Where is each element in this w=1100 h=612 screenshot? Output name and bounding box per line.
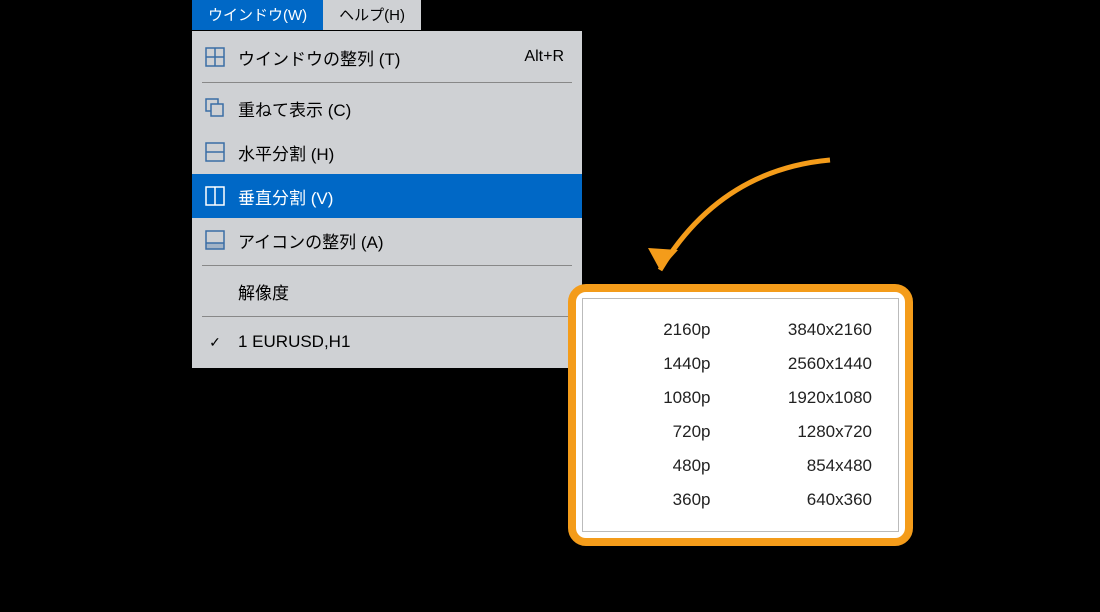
menu-cascade[interactable]: 重ねて表示 (C) [192,86,582,130]
menu-label: 解像度 [238,279,564,304]
menu-label: 1 EURUSD,H1 [238,332,564,352]
resolution-option-360p[interactable]: 360p 640x360 [609,483,872,517]
menu-tile-windows[interactable]: ウインドウの整列 (T) Alt+R [192,35,582,79]
resolution-name: 2160p [609,320,741,340]
resolution-size: 640x360 [741,490,873,510]
menu-separator [202,82,572,83]
resolution-option-720p[interactable]: 720p 1280x720 [609,415,872,449]
menu-arrange-icons[interactable]: アイコンの整列 (A) [192,218,582,262]
resolution-name: 480p [609,456,741,476]
resolution-option-1080p[interactable]: 1080p 1920x1080 [609,381,872,415]
tile-grid-icon [204,46,226,68]
menu-window-1[interactable]: ✓ 1 EURUSD,H1 [192,320,582,364]
resolution-name: 1080p [609,388,741,408]
menu-horizontal-split[interactable]: 水平分割 (H) [192,130,582,174]
menu-label: 水平分割 (H) [238,140,564,165]
window-menu-dropdown: ウインドウの整列 (T) Alt+R 重ねて表示 (C) 水平分割 (H) 垂直… [192,30,582,368]
callout-arrow [630,150,850,300]
menu-label: 重ねて表示 (C) [238,96,564,121]
menubar-window[interactable]: ウインドウ(W) [192,0,323,30]
horizontal-split-icon [204,141,226,163]
menu-label: ウインドウの整列 (T) [238,45,512,70]
menubar-help[interactable]: ヘルプ(H) [323,0,421,30]
resolution-size: 854x480 [741,456,873,476]
cascade-icon [204,97,226,119]
arrange-icons-icon [204,229,226,251]
menu-separator [202,265,572,266]
menu-vertical-split[interactable]: 垂直分割 (V) [192,174,582,218]
resolution-name: 360p [609,490,741,510]
resolution-list: 2160p 3840x2160 1440p 2560x1440 1080p 19… [582,298,899,532]
resolution-size: 1280x720 [741,422,873,442]
vertical-split-icon [204,185,226,207]
menu-separator [202,316,572,317]
resolution-size: 1920x1080 [741,388,873,408]
menu-shortcut: Alt+R [524,48,564,66]
check-icon: ✓ [204,334,226,351]
menubar: ウインドウ(W) ヘルプ(H) [192,0,421,30]
menu-label: 垂直分割 (V) [238,184,564,209]
resolution-option-2160p[interactable]: 2160p 3840x2160 [609,313,872,347]
resolution-name: 1440p [609,354,741,374]
blank-icon [204,280,226,302]
resolution-size: 2560x1440 [741,354,873,374]
menu-resolution[interactable]: 解像度 [192,269,582,313]
resolution-name: 720p [609,422,741,442]
resolution-option-1440p[interactable]: 1440p 2560x1440 [609,347,872,381]
resolution-size: 3840x2160 [741,320,873,340]
resolution-submenu-callout: 2160p 3840x2160 1440p 2560x1440 1080p 19… [568,284,913,546]
menu-label: アイコンの整列 (A) [238,228,564,253]
resolution-option-480p[interactable]: 480p 854x480 [609,449,872,483]
